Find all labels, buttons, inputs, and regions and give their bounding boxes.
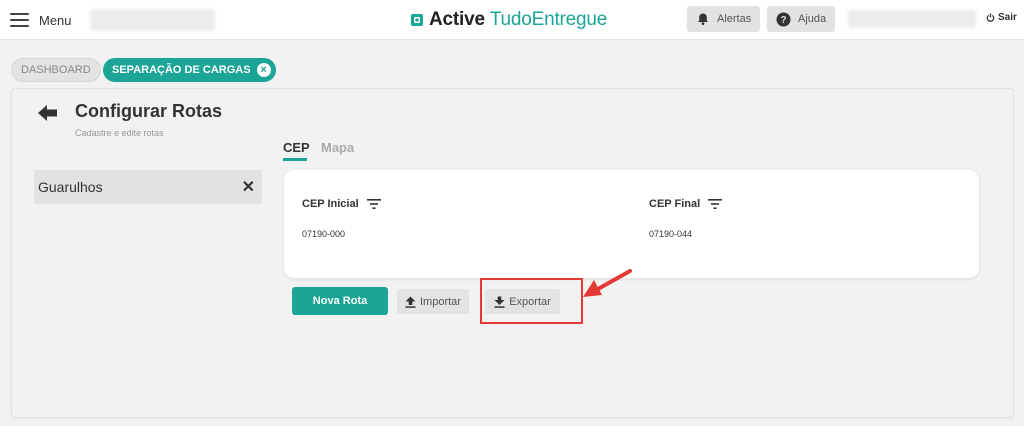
menu-button[interactable]: Menu bbox=[10, 9, 72, 31]
active-tab-indicator bbox=[283, 158, 307, 161]
breadcrumb-active-label: SEPARAÇÃO DE CARGAS bbox=[112, 64, 251, 76]
column-label: CEP Inicial bbox=[302, 198, 359, 210]
brand-name-bold: Active bbox=[429, 9, 485, 30]
tab-cep[interactable]: CEP bbox=[283, 140, 310, 155]
upload-icon bbox=[405, 296, 416, 308]
top-bar: Menu Active TudoEntregue Alertas ? Ajuda… bbox=[0, 0, 1024, 40]
brand-name-light: TudoEntregue bbox=[489, 9, 608, 30]
cep-table-card bbox=[284, 170, 979, 278]
column-header-cep-inicial: CEP Inicial bbox=[302, 198, 381, 210]
help-icon: ? bbox=[776, 12, 791, 26]
annotation-arrow-icon bbox=[583, 269, 632, 297]
alerts-label: Alertas bbox=[717, 13, 752, 25]
redacted-user bbox=[848, 10, 976, 28]
logout-label: Sair bbox=[998, 12, 1017, 23]
close-icon[interactable]: × bbox=[256, 63, 271, 77]
power-icon bbox=[986, 13, 995, 22]
brand: Active TudoEntregue bbox=[410, 8, 607, 32]
alerts-button[interactable]: Alertas bbox=[687, 6, 761, 32]
route-label: Guarulhos bbox=[38, 179, 103, 195]
breadcrumb-separacao-cargas[interactable]: SEPARAÇÃO DE CARGAS × bbox=[103, 58, 276, 82]
column-label: CEP Final bbox=[649, 198, 701, 210]
logout-button[interactable]: Sair bbox=[986, 12, 1017, 23]
page-subtitle: Cadastre e edite rotas bbox=[75, 128, 164, 138]
help-button[interactable]: ? Ajuda bbox=[767, 6, 836, 32]
remove-route-icon[interactable]: ✕ bbox=[242, 177, 255, 197]
table-cell-cep-final: 07190-044 bbox=[649, 229, 693, 239]
hamburger-icon bbox=[10, 13, 29, 27]
back-arrow-icon[interactable] bbox=[38, 104, 58, 122]
filter-icon[interactable] bbox=[708, 199, 723, 209]
menu-label: Menu bbox=[39, 12, 72, 28]
page-title: Configurar Rotas bbox=[75, 101, 223, 121]
redacted-field bbox=[90, 9, 215, 31]
annotation-highlight-box bbox=[480, 278, 583, 324]
route-list-item[interactable]: Guarulhos ✕ bbox=[34, 170, 262, 204]
bell-icon bbox=[698, 13, 708, 25]
svg-text:?: ? bbox=[780, 15, 786, 26]
import-label: Importar bbox=[420, 295, 461, 308]
import-button[interactable]: Importar bbox=[397, 289, 469, 314]
tab-mapa[interactable]: Mapa bbox=[321, 140, 354, 155]
help-label: Ajuda bbox=[798, 13, 827, 25]
brand-logo-icon bbox=[411, 14, 423, 26]
filter-icon[interactable] bbox=[366, 199, 381, 209]
breadcrumb-dashboard[interactable]: DASHBOARD bbox=[11, 58, 101, 82]
new-route-button[interactable]: Nova Rota bbox=[292, 287, 388, 315]
column-header-cep-final: CEP Final bbox=[649, 198, 723, 210]
table-cell-cep-inicial: 07190-000 bbox=[302, 229, 346, 239]
